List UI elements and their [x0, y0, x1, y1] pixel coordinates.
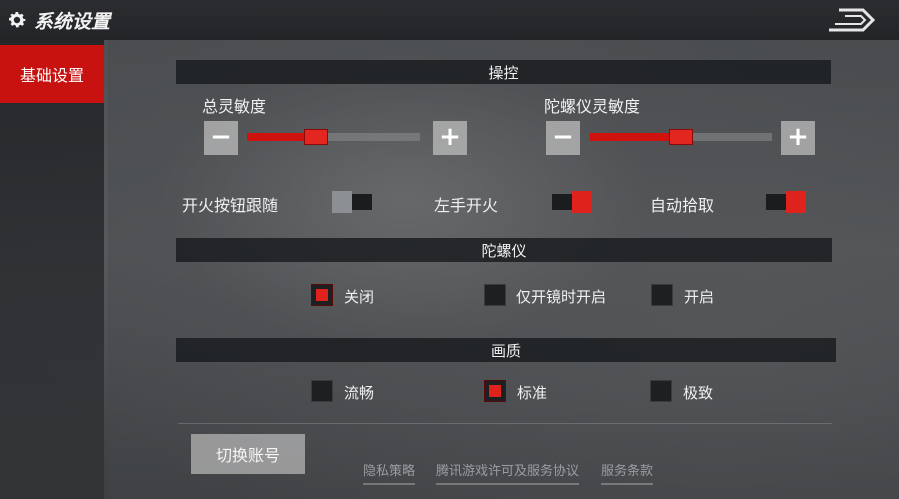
section-header-controls: 操控 [176, 60, 831, 84]
sidebar-item-basic-settings[interactable]: 基础设置 [0, 45, 104, 103]
section-header-gyro: 陀螺仪 [176, 238, 832, 262]
left-fire-toggle[interactable] [552, 191, 592, 213]
quality-smooth-radio[interactable] [311, 380, 333, 402]
gyro-sensitivity-slider[interactable] [590, 129, 772, 145]
gyro-off-radio[interactable] [311, 284, 333, 306]
slider-thumb[interactable] [304, 129, 329, 145]
quality-ultra-radio[interactable] [650, 380, 672, 402]
quality-smooth-label: 流畅 [344, 384, 375, 402]
gyro-sensitivity-minus-button[interactable]: − [546, 121, 580, 155]
gyro-on-radio[interactable] [651, 284, 673, 306]
switch-account-label: 切换账号 [215, 446, 280, 465]
fire-follow-label: 开火按钮跟随 [182, 196, 279, 215]
total-sensitivity-plus-button[interactable]: + [433, 121, 467, 155]
gyro-on-label: 开启 [684, 288, 715, 306]
top-bar: 系统设置 [0, 0, 899, 40]
toggle-knob [786, 191, 806, 213]
section-title: 操控 [488, 63, 519, 82]
license-agreement-link[interactable]: 腾讯游戏许可及服务协议 [436, 460, 580, 485]
back-arrow-icon[interactable] [825, 6, 877, 34]
fire-follow-toggle[interactable] [332, 191, 372, 213]
gyro-scope-only-radio[interactable] [484, 284, 506, 306]
section-title: 陀螺仪 [481, 241, 527, 260]
page-title: 系统设置 [6, 6, 110, 34]
sidebar-item-label: 基础设置 [19, 66, 84, 85]
toggle-knob [332, 191, 352, 213]
quality-ultra-label: 极致 [683, 384, 714, 402]
divider [178, 423, 832, 424]
toggle-knob [572, 191, 592, 213]
section-title: 画质 [490, 341, 521, 360]
privacy-policy-link[interactable]: 隐私策略 [363, 460, 416, 485]
slider-fill [590, 133, 681, 141]
terms-of-service-link[interactable]: 服务条款 [601, 460, 654, 485]
left-fire-label: 左手开火 [434, 196, 499, 215]
title-text: 系统设置 [34, 10, 111, 33]
slider-thumb[interactable] [669, 129, 693, 145]
auto-pickup-label: 自动拾取 [650, 196, 715, 215]
section-header-quality: 画质 [176, 338, 836, 362]
gyro-off-label: 关闭 [344, 288, 375, 306]
auto-pickup-toggle[interactable] [766, 191, 806, 213]
quality-standard-label: 标准 [517, 384, 548, 402]
gyro-sensitivity-plus-button[interactable]: + [781, 121, 815, 155]
sidebar: 基础设置 [0, 40, 104, 499]
quality-standard-radio[interactable] [484, 380, 506, 402]
total-sensitivity-label: 总灵敏度 [202, 97, 267, 116]
total-sensitivity-slider[interactable] [247, 129, 420, 145]
gyro-sensitivity-label: 陀螺仪灵敏度 [544, 97, 641, 116]
gear-icon [9, 12, 26, 28]
switch-account-button[interactable]: 切换账号 [191, 434, 305, 474]
gyro-scope-only-label: 仅开镜时开启 [516, 288, 607, 306]
total-sensitivity-minus-button[interactable]: − [204, 121, 238, 155]
